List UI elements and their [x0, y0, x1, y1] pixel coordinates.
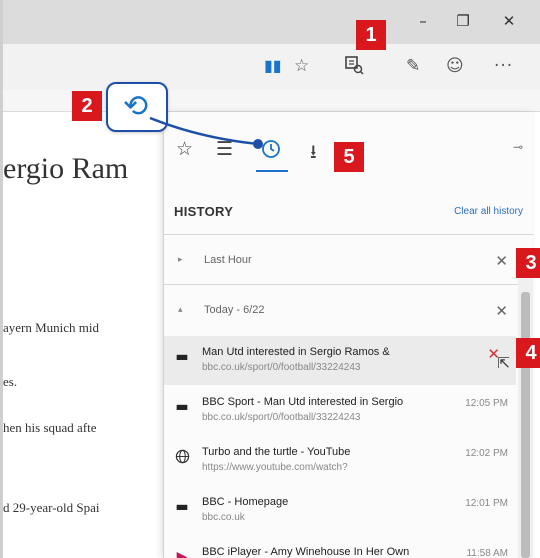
article-line: hen his squad afte — [3, 420, 97, 435]
history-item-time: 12:01 PM — [465, 498, 508, 509]
article-line: d 29-year-old Spai — [3, 500, 100, 515]
bbc-icon: ▬ — [175, 399, 189, 415]
star-icon[interactable]: ☆ — [294, 56, 309, 76]
active-tab-indicator — [256, 170, 288, 172]
history-item[interactable]: ▶ BBC iPlayer - Amy Winehouse In Her Own… — [164, 536, 516, 558]
window-left-edge — [0, 0, 3, 558]
history-icon[interactable] — [260, 138, 282, 165]
article-line: es. — [3, 374, 18, 389]
globe-icon — [174, 449, 190, 468]
history-item-url: bbc.co.uk — [202, 512, 245, 523]
callout-badge-1: 1 — [356, 20, 386, 50]
history-item-title: Turbo and the turtle - YouTube — [202, 446, 351, 458]
smiley-icon[interactable]: ☺ — [446, 56, 464, 76]
callout-badge-5: 5 — [334, 142, 364, 172]
group-label: Today - 6/22 — [204, 304, 265, 316]
chevron-right-icon: ▸ — [178, 255, 183, 265]
favorites-icon[interactable]: ☆ — [176, 138, 193, 160]
close-button[interactable]: ✕ — [498, 12, 520, 30]
chevron-down-icon: ▴ — [178, 305, 183, 315]
pen-note-icon[interactable]: ✎ — [406, 56, 420, 76]
history-item-time: 12:05 PM — [465, 398, 508, 409]
bbc-icon: ▬ — [175, 349, 189, 365]
divider — [164, 234, 533, 235]
history-item[interactable]: ▬ Man Utd interested in Sergio Ramos & b… — [164, 336, 516, 385]
mouse-pointer-icon: ⇱ — [497, 354, 510, 372]
history-icon-magnified: ⟲ — [106, 82, 168, 132]
history-item-url: https://www.youtube.com/watch? — [202, 462, 348, 473]
history-item-title: BBC - Homepage — [202, 496, 289, 508]
history-item[interactable]: ▬ BBC Sport - Man Utd interested in Serg… — [164, 386, 516, 435]
book-icon[interactable]: ▮▮ — [264, 56, 282, 75]
downloads-icon[interactable]: ⭳ — [310, 138, 317, 170]
article-title: ergio Ram — [3, 152, 129, 185]
minimize-button[interactable]: – — [412, 12, 434, 30]
history-item-title: BBC Sport - Man Utd interested in Sergio — [202, 396, 404, 408]
clear-all-history-link[interactable]: Clear all history — [454, 206, 523, 217]
reading-list-icon[interactable]: ☰ — [216, 138, 233, 160]
history-item-time: 12:02 PM — [465, 448, 508, 459]
history-group-last-hour[interactable]: ▸ Last Hour ✕ — [164, 242, 533, 282]
history-heading: HISTORY — [174, 204, 234, 219]
web-page-content: ergio Ram ayern Munich mid es. hen his s… — [0, 112, 170, 558]
callout-badge-2: 2 — [72, 91, 102, 121]
history-item-title: BBC iPlayer - Amy Winehouse In Her Own — [202, 546, 410, 558]
history-group-today[interactable]: ▴ Today - 6/22 ✕ — [164, 292, 533, 332]
history-item-url: bbc.co.uk/sport/0/football/33224243 — [202, 412, 361, 423]
pin-panel-icon[interactable]: ⊸ — [513, 140, 523, 154]
callout-badge-3: 3 — [516, 248, 540, 278]
remove-group-icon[interactable]: ✕ — [495, 252, 508, 270]
history-item-title: Man Utd interested in Sergio Ramos & — [202, 346, 390, 358]
title-bar: – ❐ ✕ — [0, 0, 540, 44]
restore-button[interactable]: ❐ — [452, 12, 474, 30]
history-item-time: 11:58 AM — [466, 548, 508, 558]
history-hub-panel: ☆ ☰ ⭳ ⊸ HISTORY Clear all history ▸ Last… — [163, 112, 533, 558]
hub-icon[interactable] — [344, 55, 366, 77]
bbc-icon: ▬ — [175, 499, 189, 515]
group-label: Last Hour — [204, 254, 252, 266]
browser-toolbar: ▮▮ ☆ ✎ ☺ ··· — [0, 44, 540, 90]
history-item-url: bbc.co.uk/sport/0/football/33224243 — [202, 362, 361, 373]
remove-group-icon[interactable]: ✕ — [495, 302, 508, 320]
divider — [164, 284, 533, 285]
history-item[interactable]: Turbo and the turtle - YouTube https://w… — [164, 436, 516, 485]
article-line: ayern Munich mid — [3, 320, 100, 335]
scrollbar-thumb[interactable] — [521, 292, 530, 558]
callout-badge-4: 4 — [516, 338, 540, 368]
history-item[interactable]: ▬ BBC - Homepage bbc.co.uk 12:01 PM — [164, 486, 516, 535]
iplayer-icon: ▶ — [176, 549, 188, 558]
more-icon[interactable]: ··· — [494, 56, 513, 76]
